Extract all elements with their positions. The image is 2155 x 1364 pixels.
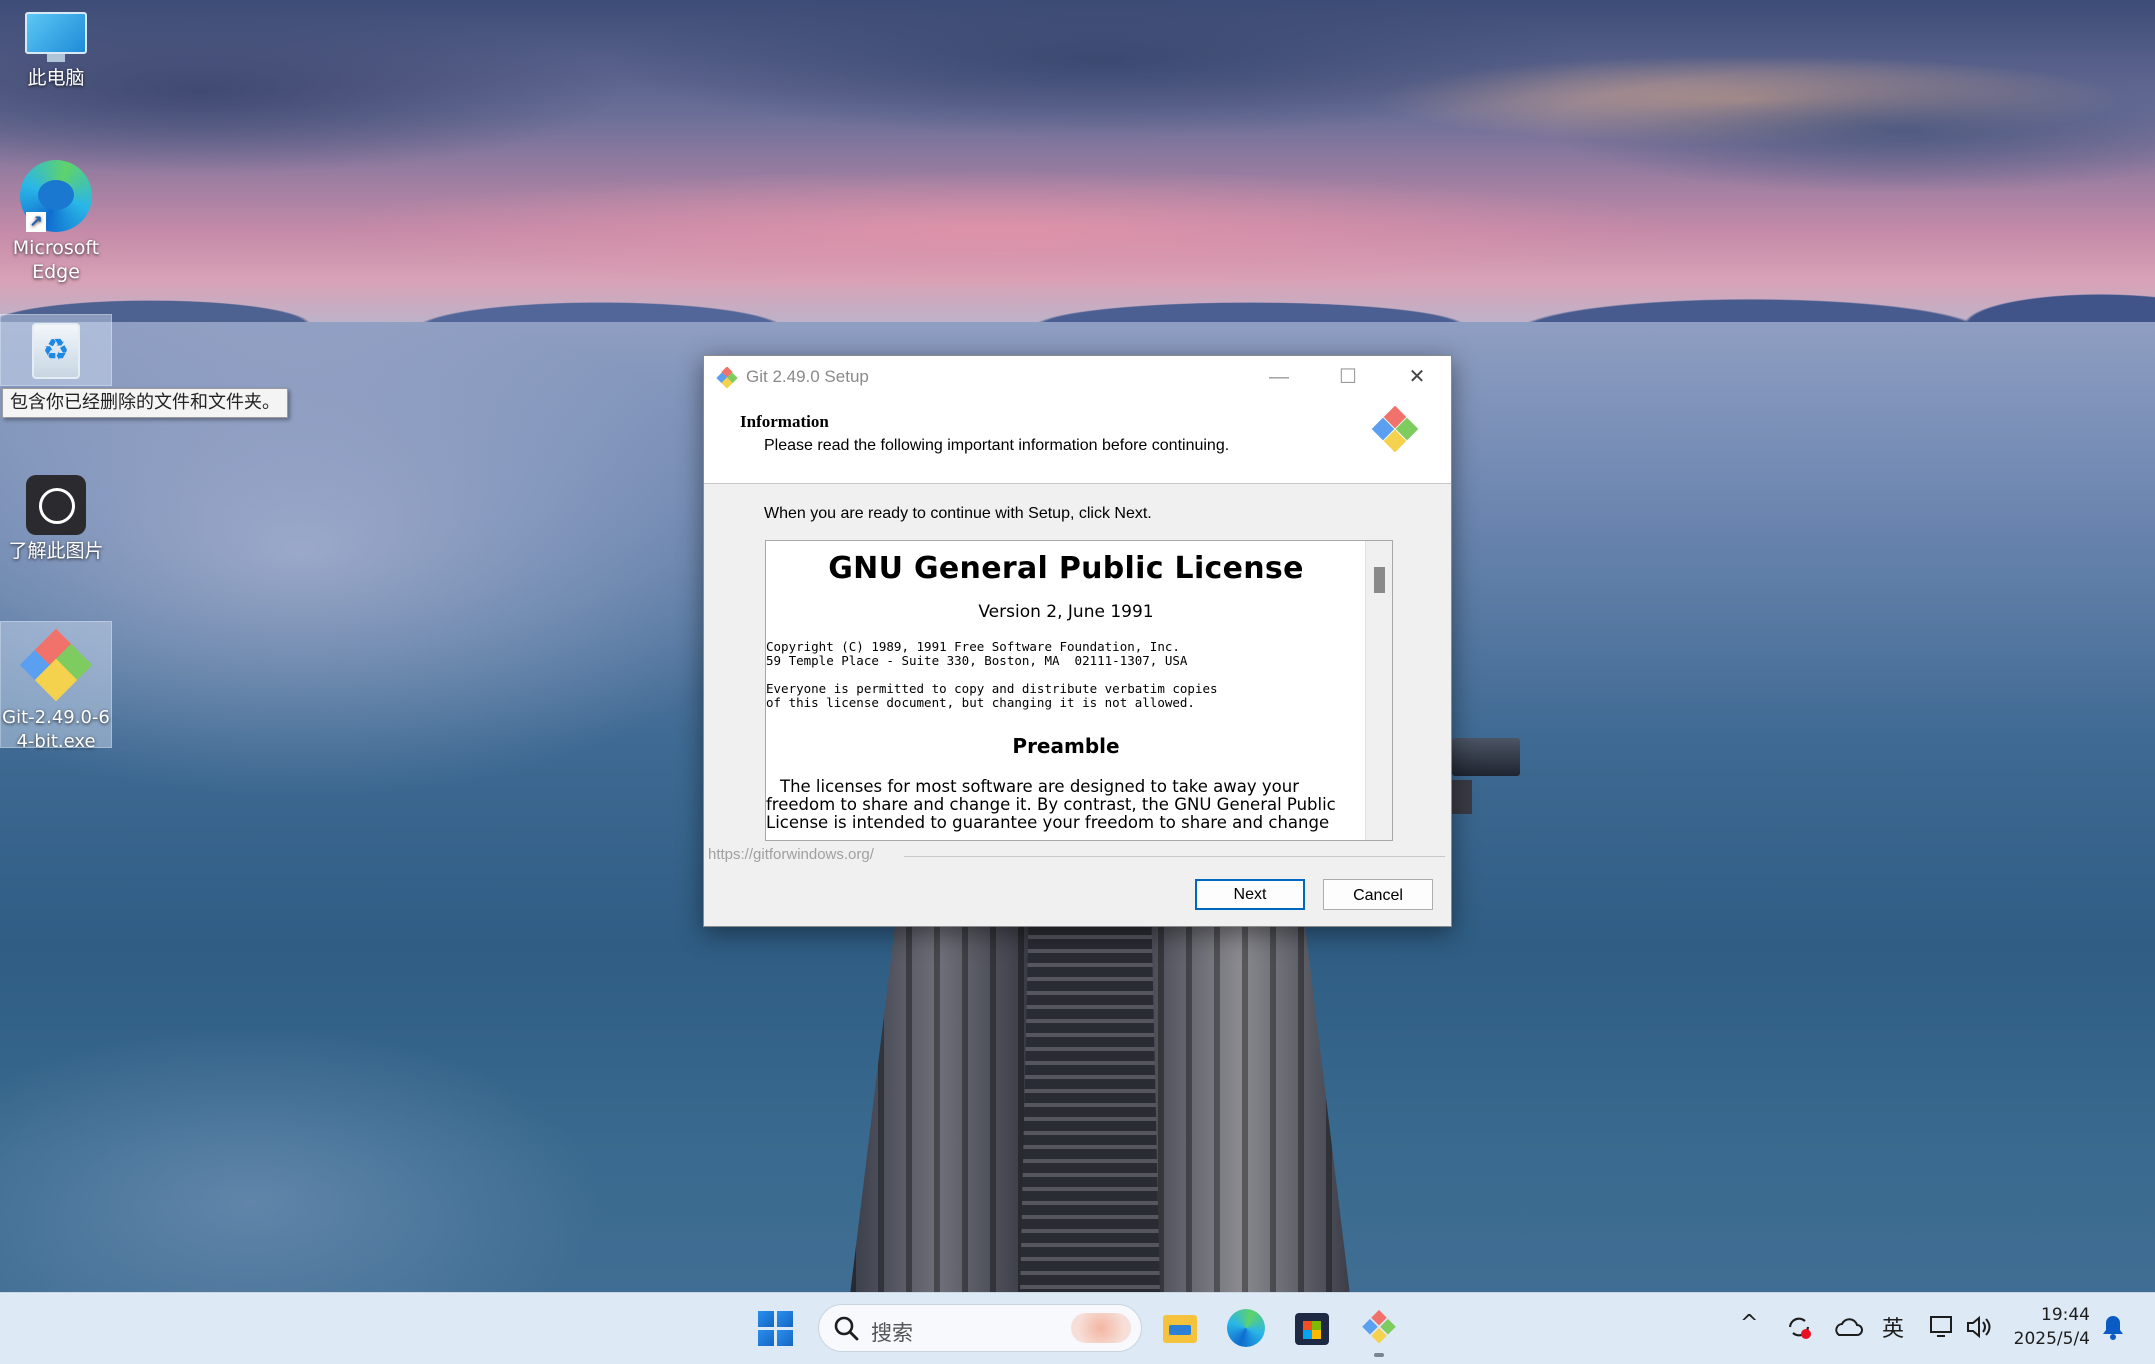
desktop-icon-git-installer[interactable]: Git-2.49.0-64-bit.exe bbox=[0, 621, 112, 752]
edge-taskbar-icon[interactable] bbox=[1227, 1309, 1265, 1347]
git-installer-icon bbox=[18, 626, 94, 702]
desktop-icon-label: Microsoft Edge bbox=[12, 237, 100, 283]
file-explorer-icon[interactable] bbox=[1161, 1309, 1201, 1349]
intro-text: When you are ready to continue with Setu… bbox=[764, 505, 1152, 522]
desktop-icon-label: 此电脑 bbox=[27, 67, 85, 89]
dialog-titlebar[interactable]: Git 2.49.0 Setup — ☐ ✕ bbox=[704, 356, 1451, 398]
taskbar-clock[interactable]: 19:44 2025/5/4 bbox=[2010, 1303, 2090, 1351]
minimize-button[interactable]: — bbox=[1245, 356, 1313, 398]
this-pc-icon bbox=[25, 12, 87, 62]
scrollbar-thumb[interactable] bbox=[1374, 567, 1385, 593]
shortcut-arrow-icon: ↗ bbox=[26, 212, 46, 232]
header-subtitle: Please read the following important info… bbox=[764, 437, 1230, 454]
divider bbox=[904, 856, 1445, 857]
wallpaper-post-small bbox=[1450, 780, 1472, 814]
microsoft-store-icon[interactable] bbox=[1293, 1309, 1333, 1349]
license-permission: Everyone is permitted to copy and distri… bbox=[766, 681, 1218, 710]
volume-icon[interactable] bbox=[1965, 1313, 1993, 1341]
taskbar: 搜索 ^ 英 19:44 2025/5/4 bbox=[0, 1292, 2155, 1364]
search-highlight-icon bbox=[1071, 1313, 1131, 1343]
edge-icon: ↗ bbox=[20, 160, 92, 232]
desktop-icon-this-pc[interactable]: 此电脑 bbox=[1, 12, 111, 90]
cancel-button[interactable]: Cancel bbox=[1323, 879, 1433, 910]
dialog-header: Information Please read the following im… bbox=[704, 398, 1451, 484]
license-copyright: Copyright (C) 1989, 1991 Free Software F… bbox=[766, 639, 1188, 668]
desktop-icon-label: 了解此图片 bbox=[8, 540, 104, 562]
input-method-indicator[interactable]: 英 bbox=[1882, 1311, 1904, 1343]
taskbar-search-box[interactable]: 搜索 bbox=[818, 1304, 1142, 1352]
next-button[interactable]: Next bbox=[1195, 879, 1305, 910]
license-content: GNU General Public License Version 2, Ju… bbox=[766, 541, 1366, 832]
wallpaper-post bbox=[1452, 738, 1520, 776]
license-preamble-heading: Preamble bbox=[1012, 734, 1120, 758]
desktop-icon-label: Git-2.49.0-64-bit.exe bbox=[2, 707, 110, 752]
recycle-bin-tooltip: 包含你已经删除的文件和文件夹。 bbox=[2, 388, 288, 418]
git-setup-dialog: Git 2.49.0 Setup — ☐ ✕ Information Pleas… bbox=[703, 355, 1452, 927]
desktop-icon-recycle-bin[interactable] bbox=[0, 314, 112, 386]
dialog-title: Git 2.49.0 Setup bbox=[746, 367, 869, 386]
wallpaper-pier-steps bbox=[1020, 925, 1160, 1295]
desktop-icon-edge[interactable]: ↗ Microsoft Edge bbox=[1, 160, 111, 284]
clock-time: 19:44 bbox=[2041, 1305, 2090, 1325]
network-icon[interactable] bbox=[1928, 1313, 1956, 1341]
license-textbox[interactable]: GNU General Public License Version 2, Ju… bbox=[765, 540, 1393, 841]
license-scrollbar[interactable] bbox=[1365, 541, 1392, 840]
git-icon bbox=[716, 367, 738, 389]
desktop-icon-spotlight[interactable]: 了解此图片 bbox=[1, 475, 111, 563]
license-version: Version 2, June 1991 bbox=[978, 602, 1154, 622]
search-icon bbox=[834, 1316, 859, 1341]
show-hidden-icons-button[interactable]: ^ bbox=[1740, 1311, 1758, 1336]
git-logo-icon bbox=[1371, 406, 1419, 453]
git-taskbar-icon[interactable] bbox=[1359, 1309, 1399, 1349]
running-indicator bbox=[1374, 1353, 1384, 1357]
close-button[interactable]: ✕ bbox=[1383, 356, 1451, 398]
onedrive-icon[interactable] bbox=[1833, 1315, 1863, 1341]
spotlight-icon bbox=[26, 475, 86, 535]
start-icon[interactable] bbox=[758, 1311, 793, 1346]
sync-status-icon[interactable] bbox=[1785, 1313, 1813, 1341]
license-preamble-text: The licenses for most software are desig… bbox=[766, 777, 1336, 832]
maximize-button[interactable]: ☐ bbox=[1314, 356, 1382, 398]
gitforwindows-link[interactable]: https://gitforwindows.org/ bbox=[708, 846, 874, 863]
wallpaper-mountains bbox=[0, 255, 2155, 325]
recycle-bin-icon bbox=[32, 323, 80, 379]
notification-bell-icon[interactable] bbox=[2100, 1313, 2126, 1341]
search-placeholder: 搜索 bbox=[871, 1321, 913, 1345]
clock-date: 2025/5/4 bbox=[2013, 1329, 2090, 1349]
header-title: Information bbox=[740, 412, 829, 431]
license-heading: GNU General Public License bbox=[828, 551, 1304, 586]
